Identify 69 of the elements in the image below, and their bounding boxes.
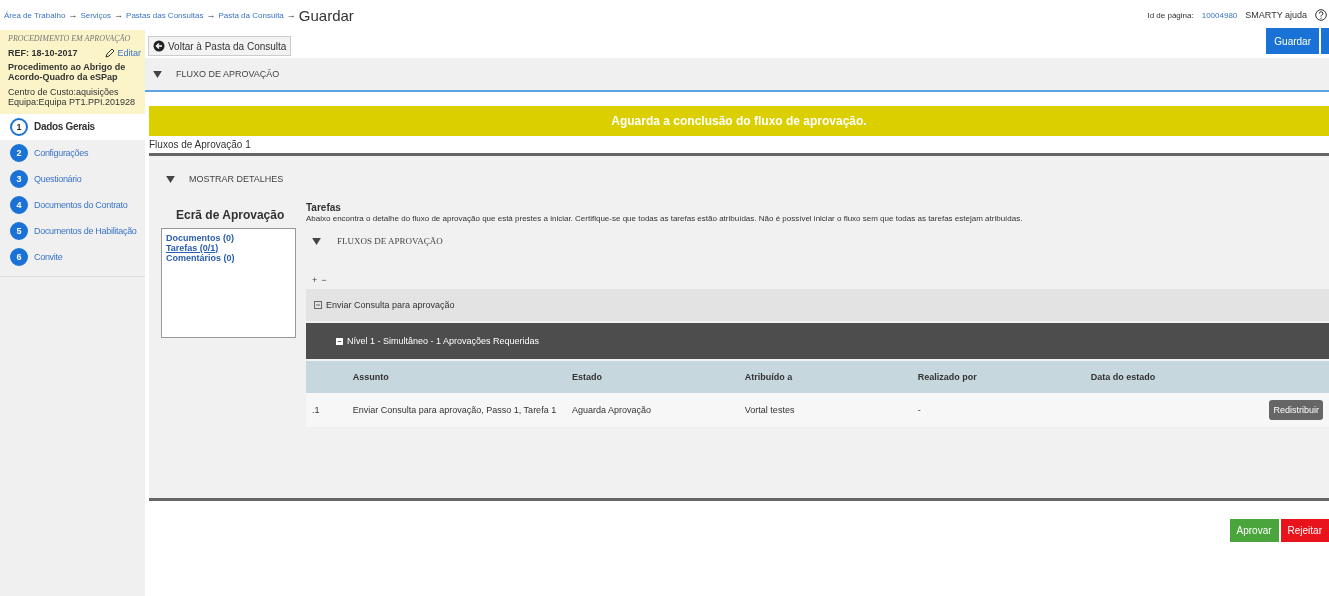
collapse-icon[interactable] <box>336 337 343 345</box>
section-title[interactable]: FLUXO DE APROVAÇÃO <box>176 69 280 79</box>
breadcrumb-separator: → <box>68 10 78 20</box>
team-text: Equipa:Equipa PT1.PPI.201928 <box>8 97 137 108</box>
column-header <box>1257 361 1329 393</box>
approve-button[interactable]: Aprovar <box>1229 519 1279 542</box>
page-id-label: Id de página: <box>1147 10 1194 20</box>
step-number: 3 <box>10 169 28 188</box>
step-number: 4 <box>10 195 28 214</box>
reference-text: REF: 18-10-2017 <box>8 48 78 58</box>
back-button[interactable]: Voltar à Pasta da Consulta <box>148 36 292 56</box>
level-title: Nível 1 - Simultâneo - 1 Aprovações Requeridas <box>347 336 540 346</box>
status-banner: Aguarda a conclusão do fluxo de aprovação. <box>149 106 1329 136</box>
caret-icon <box>166 175 175 183</box>
step-number: 5 <box>10 221 28 240</box>
step-number: 2 <box>10 143 28 162</box>
table-cell: - <box>911 393 1085 427</box>
step-link[interactable]: Configurações <box>34 147 89 158</box>
column-header: Estado <box>565 361 739 393</box>
tasks-title: Tarefas <box>306 202 342 213</box>
column-header <box>306 361 347 393</box>
flows-toggle[interactable]: FLUXOS DE APROVAÇÃO <box>337 236 443 246</box>
status-text: PROCEDIMENTO EM APROVAÇÃO <box>8 34 132 43</box>
column-header: Atribuído a <box>738 361 912 393</box>
table-cell: .1 <box>306 393 347 427</box>
panel-link[interactable]: Tarefas (0/1) <box>166 243 219 253</box>
help-link[interactable]: SMARTY ajuda <box>1245 10 1307 20</box>
group-title: Enviar Consulta para aprovação <box>326 300 455 310</box>
tasks-description: Abaixo encontra o detalhe do fluxo de aprovação que está prestes a iniciar. Certifique-se que todas as tarefas estão atribuídas. Não é possível iniciar o fluxo sem que todas as tarefas estejam atribuídas. <box>306 214 1024 223</box>
screen-title: Ecrã de Aprovação <box>175 207 286 224</box>
collapse-all-button[interactable]: − <box>321 275 327 285</box>
back-arrow-icon <box>153 40 165 52</box>
procedure-text: Procedimento ao Abrigo de Acordo-Quadro da eSPap <box>8 63 127 83</box>
breadcrumb-link[interactable]: Área de Trabalho <box>4 10 66 20</box>
help-icon[interactable] <box>1315 9 1327 21</box>
table-cell: Vortal testes <box>738 393 912 427</box>
step-link[interactable]: Documentos de Habilitação <box>34 225 137 236</box>
column-header: Realizado por <box>911 361 1085 393</box>
details-toggle[interactable]: MOSTRAR DETALHES <box>189 174 284 184</box>
breadcrumb-separator: → <box>286 10 296 20</box>
cost-center-text: Centro de Custo:aquisições <box>8 87 120 98</box>
column-header: Assunto <box>346 361 566 393</box>
redistribute-button[interactable]: Redistribuir <box>1269 400 1323 420</box>
table-cell: Aguarda Aprovação <box>565 393 739 427</box>
breadcrumb-link[interactable]: Pasta da Consulta <box>218 10 284 20</box>
step-link[interactable]: Convite <box>34 251 63 262</box>
edit-link[interactable]: Editar <box>105 48 141 58</box>
step-link[interactable]: Questionário <box>34 173 82 184</box>
breadcrumb-separator: → <box>206 10 216 20</box>
column-header: Data do estado <box>1084 361 1258 393</box>
toolbar-button[interactable]: Guardar <box>1266 28 1319 54</box>
expand-all-button[interactable]: + <box>312 275 318 285</box>
collapse-icon[interactable] <box>314 301 322 309</box>
step-number: 1 <box>10 117 28 136</box>
page-id-link[interactable]: 10004980 <box>1201 10 1238 20</box>
panel-link[interactable]: Documentos (0) <box>166 233 234 243</box>
pencil-icon <box>105 48 116 58</box>
step-link[interactable]: Documentos do Contrato <box>34 199 128 210</box>
breadcrumb-link[interactable]: Pastas das Consultas <box>126 10 204 20</box>
caret-icon <box>312 237 321 245</box>
step-number: 6 <box>10 247 28 266</box>
breadcrumb-separator: → <box>114 10 124 20</box>
page-title: Guardar <box>298 6 354 24</box>
panel-link[interactable]: Comentários (0) <box>166 253 235 263</box>
step-link[interactable]: Dados Gerais <box>34 121 95 133</box>
table-cell: Enviar Consulta para aprovação, Passo 1, Tarefa 1 <box>346 393 566 427</box>
breadcrumb-link[interactable]: Serviços <box>80 10 112 20</box>
caret-icon <box>153 70 162 78</box>
reject-button[interactable]: Rejeitar <box>1280 519 1329 542</box>
